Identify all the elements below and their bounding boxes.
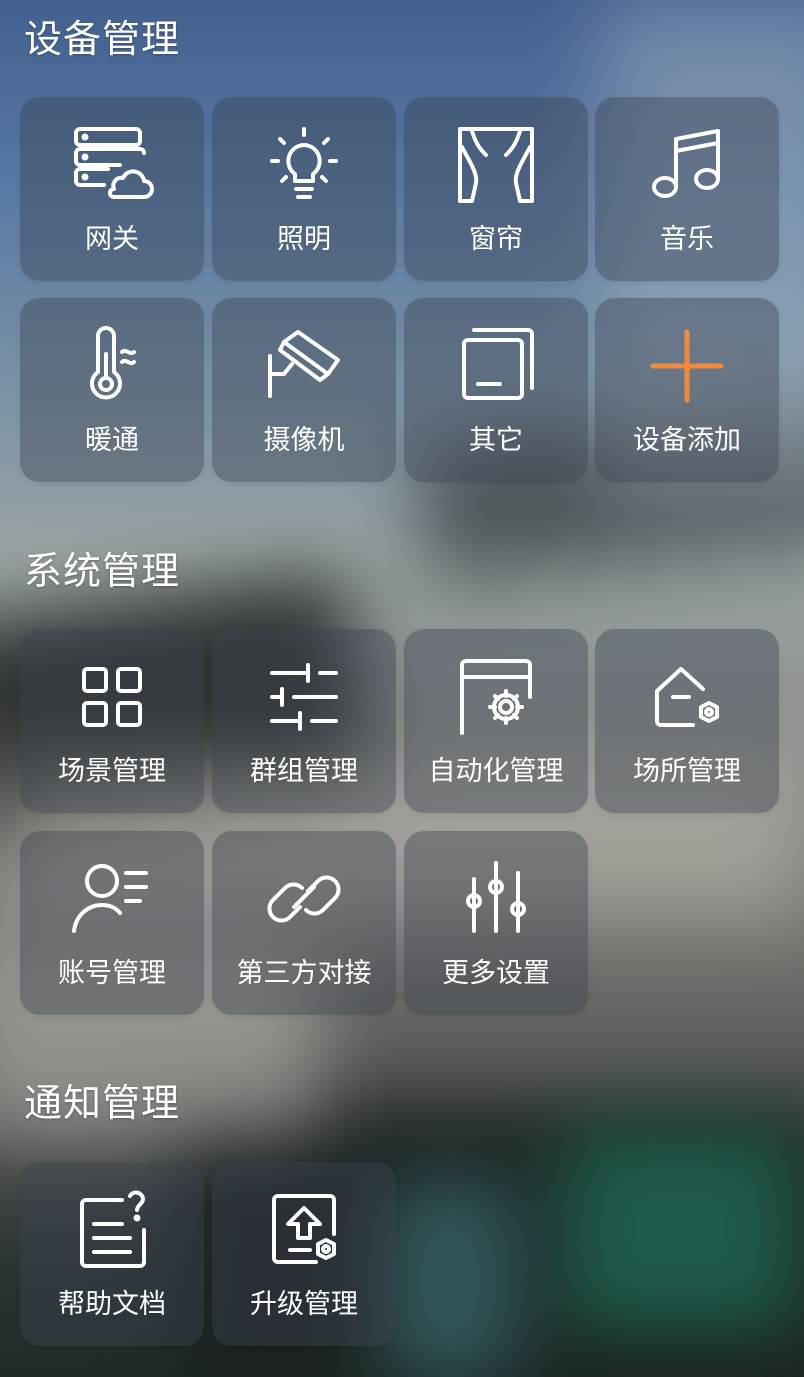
tile-label: 音乐 xyxy=(660,224,714,255)
tile-third-party-integration[interactable]: 第三方对接 xyxy=(212,831,396,1015)
tile-music[interactable]: 音乐 xyxy=(595,97,779,281)
music-note-icon xyxy=(643,125,731,205)
tile-label: 群组管理 xyxy=(250,756,358,787)
tile-label: 自动化管理 xyxy=(428,756,564,787)
tile-label: 窗帘 xyxy=(469,224,523,255)
tile-account-management[interactable]: 账号管理 xyxy=(20,831,204,1015)
section-title-notification-management: 通知管理 xyxy=(24,1081,181,1125)
tile-label: 更多设置 xyxy=(442,958,550,989)
link-icon xyxy=(260,859,348,939)
plus-icon xyxy=(643,326,731,406)
camera-icon xyxy=(260,326,348,406)
tile-upgrade-management[interactable]: 升级管理 xyxy=(212,1162,396,1346)
lightbulb-icon xyxy=(260,125,348,205)
curtain-icon xyxy=(452,125,540,205)
thermometer-icon xyxy=(68,326,156,406)
tile-more-settings[interactable]: 更多设置 xyxy=(404,831,588,1015)
tile-label: 暖通 xyxy=(85,425,139,456)
section-title-device-management: 设备管理 xyxy=(24,17,181,61)
tile-help-documents[interactable]: 帮助文档 xyxy=(20,1162,204,1346)
tile-label: 帮助文档 xyxy=(58,1289,166,1320)
tile-add-device[interactable]: 设备添加 xyxy=(595,298,779,482)
tile-other[interactable]: 其它 xyxy=(404,298,588,482)
tile-label: 设备添加 xyxy=(633,425,741,456)
settings-sliders-icon xyxy=(452,859,540,939)
other-icon xyxy=(452,326,540,406)
tile-label: 摄像机 xyxy=(263,425,345,456)
help-document-icon xyxy=(68,1190,156,1270)
section-title-system-management: 系统管理 xyxy=(24,549,181,593)
tile-label: 网关 xyxy=(85,224,139,255)
tile-label: 场所管理 xyxy=(633,756,741,787)
tile-label: 账号管理 xyxy=(58,958,166,989)
tile-place-management[interactable]: 场所管理 xyxy=(595,629,779,813)
tile-curtain[interactable]: 窗帘 xyxy=(404,97,588,281)
place-house-icon xyxy=(643,657,731,737)
tile-hvac[interactable]: 暖通 xyxy=(20,298,204,482)
tile-group-management[interactable]: 群组管理 xyxy=(212,629,396,813)
group-sliders-icon xyxy=(260,657,348,737)
tile-label: 第三方对接 xyxy=(236,958,372,989)
scene-grid-icon xyxy=(68,657,156,737)
tile-gateway[interactable]: 网关 xyxy=(20,97,204,281)
account-icon xyxy=(68,859,156,939)
tile-label: 照明 xyxy=(277,224,331,255)
tile-camera[interactable]: 摄像机 xyxy=(212,298,396,482)
tile-scene-management[interactable]: 场景管理 xyxy=(20,629,204,813)
tile-automation-management[interactable]: 自动化管理 xyxy=(404,629,588,813)
tile-label: 升级管理 xyxy=(250,1289,358,1320)
upgrade-icon xyxy=(260,1190,348,1270)
tile-lighting[interactable]: 照明 xyxy=(212,97,396,281)
automation-gear-icon xyxy=(452,657,540,737)
tile-label: 场景管理 xyxy=(58,756,166,787)
tile-label: 其它 xyxy=(469,425,523,456)
gateway-cloud-icon xyxy=(68,125,156,205)
